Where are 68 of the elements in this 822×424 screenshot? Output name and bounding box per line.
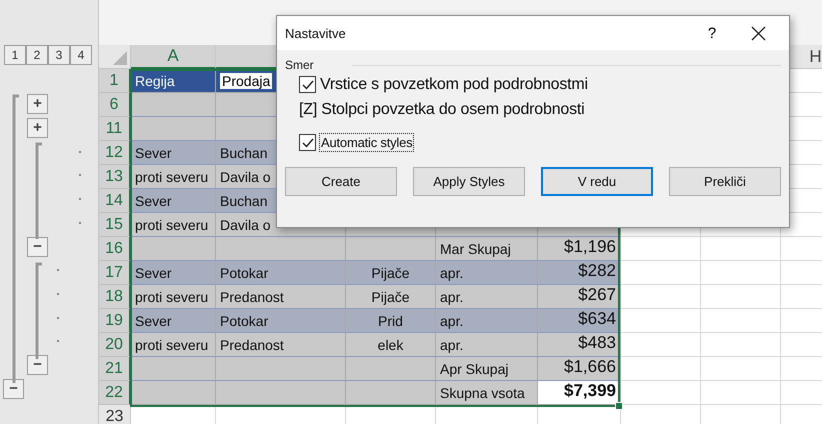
table-cell: elek xyxy=(346,333,436,357)
dialog-button[interactable]: Create xyxy=(285,167,397,196)
dialog-button[interactable]: V redu xyxy=(541,167,653,196)
row-header[interactable]: 12 xyxy=(99,141,131,165)
table-cell: Predanost xyxy=(216,285,346,309)
row-header[interactable]: 16 xyxy=(99,237,131,261)
row-header[interactable]: 20 xyxy=(99,333,131,357)
table-cell: apr. xyxy=(436,333,538,357)
table-cell: $634 xyxy=(538,309,621,333)
collapse-button[interactable]: − xyxy=(3,378,24,399)
help-button[interactable]: ? xyxy=(689,18,735,48)
table-cell: Prid xyxy=(346,309,436,333)
table-cell: Sever xyxy=(131,261,216,285)
checkmark-icon xyxy=(302,138,314,148)
table-cell: Skupna vsota xyxy=(436,381,538,405)
table-cell: $483 xyxy=(538,333,621,357)
group-label: Smer xyxy=(285,58,314,72)
outline-level-button[interactable]: 3 xyxy=(48,45,70,65)
collapse-button[interactable]: − xyxy=(27,236,48,256)
table-cell: $267 xyxy=(538,285,621,309)
outline-level-button[interactable]: 4 xyxy=(70,45,92,65)
column-header[interactable]: A xyxy=(131,45,216,69)
table-cell: $1,196 xyxy=(538,237,621,261)
checkbox[interactable] xyxy=(299,76,316,93)
row-header[interactable]: 22 xyxy=(99,381,131,405)
table-cell: apr. xyxy=(436,285,538,309)
outline-level-button[interactable]: 2 xyxy=(26,45,48,65)
dialog-button[interactable]: Apply Styles xyxy=(413,167,525,196)
checkmark-icon xyxy=(302,80,314,90)
row-header[interactable]: 11 xyxy=(99,117,131,141)
table-cell: Apr Skupaj xyxy=(436,357,538,381)
row-header[interactable]: 1 xyxy=(99,69,131,93)
close-icon xyxy=(750,26,766,40)
table-cell: Sever xyxy=(131,141,216,165)
expand-button[interactable]: + xyxy=(27,94,48,114)
table-cell: $1,666 xyxy=(538,357,621,381)
table-cell: Pijače xyxy=(346,261,436,285)
table-cell: Mar Skupaj xyxy=(436,237,538,261)
checkbox[interactable] xyxy=(299,134,316,151)
table-cell: Sever xyxy=(131,189,216,213)
row-header[interactable]: 6 xyxy=(99,93,131,117)
table-cell: proti severu xyxy=(131,165,216,189)
expand-button[interactable]: + xyxy=(27,118,48,138)
row-header[interactable]: 17 xyxy=(99,261,131,285)
table-cell: Predanost xyxy=(216,333,346,357)
row-header[interactable]: 19 xyxy=(99,309,131,333)
dialog-title: Nastavitve xyxy=(285,26,347,40)
row-header[interactable]: 15 xyxy=(99,213,131,237)
table-cell: Sever xyxy=(131,309,216,333)
table-cell: Potokar xyxy=(216,309,346,333)
outline-level-button[interactable]: 1 xyxy=(4,45,26,65)
row-header[interactable]: 14 xyxy=(99,189,131,213)
collapse-button[interactable]: − xyxy=(27,354,48,375)
table-cell: apr. xyxy=(436,261,538,285)
row-header[interactable]: 21 xyxy=(99,357,131,381)
table-cell: proti severu xyxy=(131,333,216,357)
dialog-button[interactable]: Prekliči xyxy=(669,167,781,196)
table-cell: $282 xyxy=(538,261,621,285)
table-cell: Regija xyxy=(131,69,216,93)
table-cell: proti severu xyxy=(131,213,216,237)
table-cell: proti severu xyxy=(131,285,216,309)
table-cell: apr. xyxy=(436,309,538,333)
table-cell: Pijače xyxy=(346,285,436,309)
row-header[interactable]: 23 xyxy=(99,405,131,424)
table-cell: Potokar xyxy=(216,261,346,285)
option-label: [Z] Stolpci povzetka do osem podrobnosti xyxy=(299,100,584,118)
row-header[interactable]: 13 xyxy=(99,165,131,189)
row-header[interactable]: 18 xyxy=(99,285,131,309)
